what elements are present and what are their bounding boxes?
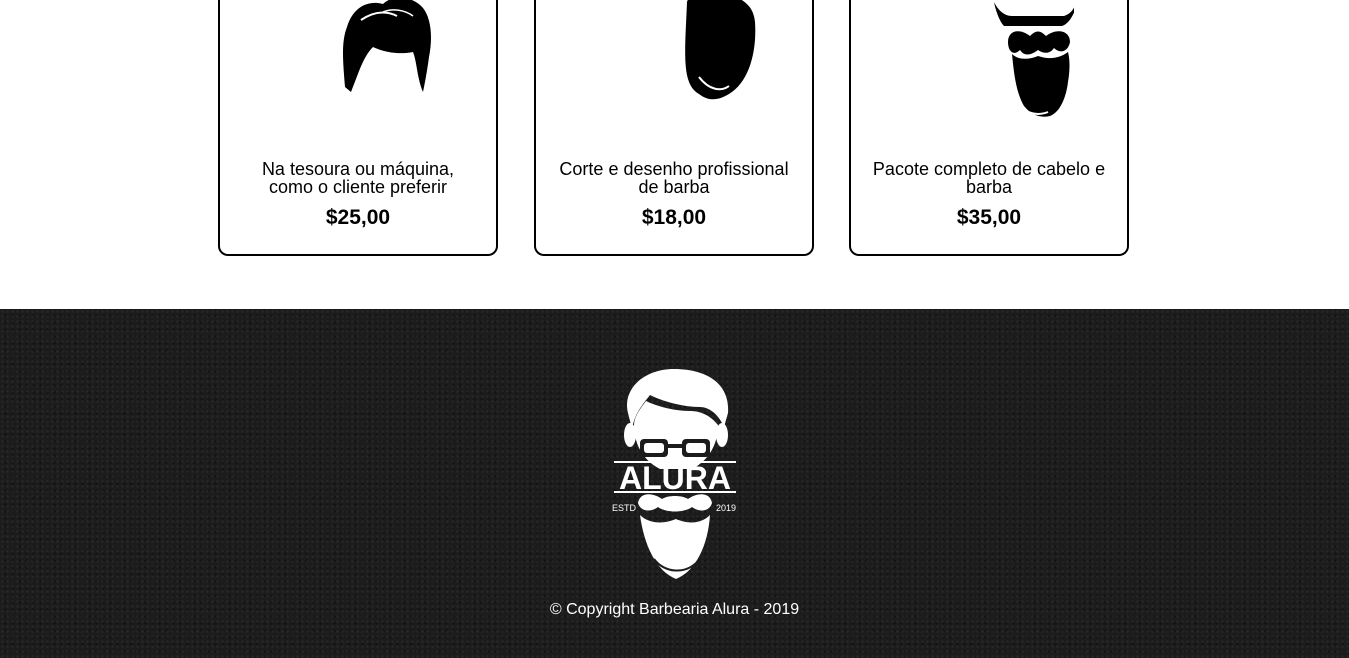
- logo-brand-text: ALURA: [619, 460, 731, 496]
- product-price: $18,00: [641, 206, 707, 229]
- product-price: $25,00: [325, 206, 391, 229]
- hair-and-beard-icon: [851, 0, 1127, 142]
- logo-estd-text: ESTD: [612, 503, 637, 513]
- product-description: Corte e desenho profissional de barba: [559, 159, 789, 197]
- product-card-hair-and-beard: Pacote completo de cabelo e barba $35,00: [849, 0, 1129, 256]
- product-card-hair: Na tesoura ou máquina, como o cliente pr…: [218, 0, 498, 256]
- footer: ALURA ESTD 2019 © Copyright Barbearia Al…: [0, 309, 1349, 658]
- product-price: $35,00: [956, 206, 1022, 229]
- logo-year-text: 2019: [716, 503, 736, 513]
- products-section: Na tesoura ou máquina, como o cliente pr…: [0, 0, 1349, 309]
- copyright-text: © Copyright Barbearia Alura - 2019: [549, 601, 800, 618]
- product-card-beard: Corte e desenho profissional de barba $1…: [534, 0, 814, 256]
- product-description: Pacote completo de cabelo e barba: [872, 159, 1106, 197]
- product-description: Na tesoura ou máquina, como o cliente pr…: [261, 159, 455, 197]
- alura-logo: ALURA ESTD 2019: [610, 365, 740, 585]
- hair-icon: [220, 0, 496, 142]
- beard-icon: [536, 0, 812, 142]
